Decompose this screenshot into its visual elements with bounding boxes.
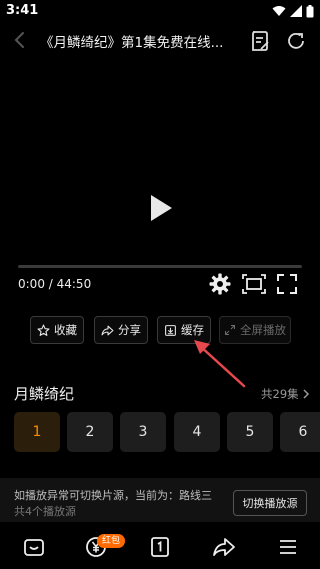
episode-number: 5 — [245, 424, 255, 440]
switch-source-button[interactable]: 切换播放源 — [233, 490, 307, 516]
share-nav-icon[interactable] — [212, 535, 236, 559]
episode-number: 6 — [298, 424, 308, 440]
episode-select-icon[interactable] — [148, 535, 172, 559]
episode-button-4[interactable]: 4 — [174, 412, 220, 452]
back-arrow-icon[interactable] — [8, 28, 32, 52]
fullscreen-icon[interactable] — [276, 273, 298, 295]
settings-gear-icon[interactable] — [208, 272, 232, 296]
home-icon[interactable] — [22, 535, 46, 559]
episode-button-2[interactable]: 2 — [67, 412, 113, 452]
star-icon — [37, 324, 50, 336]
episode-number: 4 — [192, 424, 202, 440]
battery-icon — [306, 4, 314, 17]
share-icon — [101, 325, 114, 335]
source-hint: 如播放异常可切换片源，当前为：路线三 — [14, 489, 212, 502]
annotation-arrow — [194, 340, 246, 388]
refresh-icon[interactable] — [284, 29, 308, 53]
share-label: 分享 — [118, 323, 141, 337]
episode-number: 2 — [85, 424, 95, 440]
episode-button-3[interactable]: 3 — [120, 412, 166, 452]
series-title: 月鳞绮纪 — [14, 385, 75, 403]
status-time: 3:41 — [6, 3, 39, 18]
menu-icon[interactable] — [276, 535, 300, 559]
favorite-label: 收藏 — [54, 323, 77, 337]
chevron-right-icon — [303, 389, 310, 399]
progress-bar[interactable] — [18, 265, 302, 268]
episode-button-5[interactable]: 5 — [227, 412, 273, 452]
status-icons — [272, 3, 314, 19]
signal-icon — [290, 5, 302, 17]
episode-button-1[interactable]: 1 — [14, 412, 60, 452]
episodes-count-link[interactable]: 共29集 — [261, 386, 310, 402]
episode-number: 3 — [138, 424, 148, 440]
status-bar: 3:41 — [0, 0, 320, 22]
episodes-count-label: 共29集 — [261, 387, 299, 401]
episode-number: 1 — [32, 424, 42, 440]
episode-button-6[interactable]: 6 — [280, 412, 320, 452]
source-count: 共4个播放源 — [14, 505, 76, 518]
page-title: 《月鳞绮纪》第1集免费在线... — [40, 35, 224, 51]
download-icon — [165, 324, 176, 336]
share-button[interactable]: 分享 — [94, 316, 148, 344]
feedback-icon[interactable] — [248, 29, 272, 53]
fit-screen-icon[interactable] — [242, 274, 266, 294]
red-packet-badge: 红包 — [97, 534, 126, 548]
expand-icon — [225, 325, 235, 335]
time-display: 0:00 / 44:50 — [18, 277, 92, 291]
favorite-button[interactable]: 收藏 — [30, 316, 84, 344]
wifi-icon — [272, 6, 286, 16]
play-icon[interactable] — [144, 192, 176, 224]
